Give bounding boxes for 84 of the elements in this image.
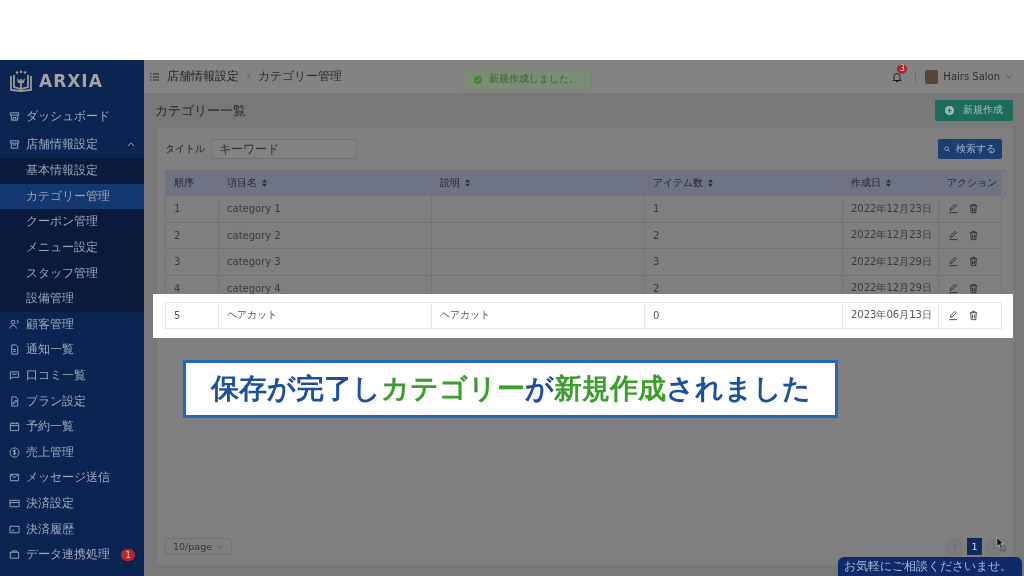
- search-icon: [944, 145, 950, 153]
- submenu-item[interactable]: 設備管理: [0, 285, 144, 312]
- delete-icon[interactable]: [968, 229, 979, 241]
- briefcase-icon: [9, 549, 20, 561]
- table-cell: 1: [644, 196, 842, 223]
- table-cell: category 3: [218, 249, 431, 276]
- table-cell: category 1: [218, 196, 431, 223]
- calendar-icon: [9, 421, 20, 433]
- edit-icon[interactable]: [948, 203, 959, 215]
- keyword-input[interactable]: キーワード: [211, 139, 357, 159]
- table-cell: 2: [165, 222, 218, 249]
- sidebar-item[interactable]: 決済設定: [0, 490, 144, 517]
- sidebar-item[interactable]: 店舗情報設定: [0, 130, 144, 158]
- table-cell: 2: [644, 222, 842, 249]
- cursor-icon: [996, 536, 1007, 553]
- store-icon: [9, 138, 20, 150]
- search-button[interactable]: 検索する: [938, 139, 1002, 159]
- submenu-item[interactable]: スタッフ管理: [0, 260, 144, 286]
- logo-text: ARXIA: [39, 71, 103, 91]
- submenu-item[interactable]: クーポン管理: [0, 209, 144, 235]
- notification-badge: 3: [897, 63, 908, 74]
- table-cell: 1: [165, 196, 218, 223]
- user-icon: [9, 318, 20, 330]
- column-header: 順序: [165, 170, 218, 196]
- edit-icon[interactable]: [948, 309, 959, 321]
- breadcrumb-link[interactable]: 店舗情報設定: [167, 68, 239, 85]
- sort-icon: [886, 179, 891, 187]
- table-cell: 2023年06月13日: [842, 302, 938, 329]
- sidebar-item[interactable]: 売上管理: [0, 439, 144, 466]
- plus-circle-icon: [945, 106, 954, 115]
- delete-icon[interactable]: [968, 203, 979, 215]
- table-cell: 3: [644, 249, 842, 276]
- mail-icon: [9, 472, 20, 484]
- sort-icon: [262, 179, 267, 187]
- sidebar-item[interactable]: 通知一覧: [0, 337, 144, 363]
- sidebar-item[interactable]: 口コミ一覧: [0, 362, 144, 389]
- table-cell: 0: [644, 302, 842, 329]
- edit-icon[interactable]: [948, 256, 959, 268]
- sidebar-item[interactable]: メッセージ送信: [0, 465, 144, 491]
- card-icon: [9, 498, 20, 509]
- sidebar-item[interactable]: プラン設定: [0, 388, 144, 414]
- sidebar-item[interactable]: ダッシュボード: [0, 102, 144, 130]
- dollar-icon: [9, 446, 20, 458]
- document-icon: [9, 344, 20, 356]
- sort-icon: [465, 179, 470, 187]
- delete-icon[interactable]: [968, 282, 979, 294]
- sidebar-item[interactable]: 決済履歴: [0, 516, 144, 542]
- chat-button[interactable]: お気軽にご相談くださいませ。: [838, 557, 1022, 576]
- chevron-right-icon: [992, 543, 997, 550]
- caption-text: 保存が完了し カテゴリーが新規作成されました: [210, 371, 811, 407]
- check-circle-icon: [474, 75, 482, 84]
- breadcrumb-current: カテゴリー管理: [258, 68, 342, 85]
- storefront-icon: [9, 110, 20, 122]
- delete-icon[interactable]: [968, 309, 979, 321]
- sidebar-item[interactable]: 顧客管理: [0, 311, 144, 338]
- sidebar-item[interactable]: 予約一覧: [0, 413, 144, 440]
- count-badge: 1: [121, 548, 135, 561]
- sidebar-item[interactable]: データ連携処理 1: [0, 541, 144, 568]
- chat-icon: [9, 370, 20, 382]
- table-cell: 5: [165, 302, 218, 329]
- user-name[interactable]: Hairs Salon: [943, 71, 1000, 82]
- avatar-photo: [925, 69, 939, 84]
- new-button[interactable]: 新規作成: [935, 100, 1013, 121]
- chevron-right-icon: [246, 73, 251, 80]
- submenu-item[interactable]: 基本情報設定: [0, 158, 144, 184]
- bell-icon[interactable]: [891, 70, 904, 83]
- chevron-down-icon: [217, 544, 224, 549]
- filter-label: タイトル: [165, 142, 205, 156]
- table-cell: ヘアカット: [431, 302, 644, 329]
- book-logo-icon: [9, 70, 33, 92]
- submenu-item[interactable]: メニュー設定: [0, 234, 144, 261]
- card-icon: [9, 523, 20, 535]
- menu-icon[interactable]: [150, 72, 159, 81]
- table-cell: 3: [165, 249, 218, 276]
- sort-icon: [708, 179, 713, 187]
- delete-icon[interactable]: [968, 256, 979, 268]
- edit-icon[interactable]: [948, 282, 959, 294]
- submenu-item[interactable]: カテゴリー管理: [0, 183, 144, 210]
- table-cell: category 2: [218, 222, 431, 249]
- edit-icon[interactable]: [948, 229, 959, 241]
- column-header: アクション: [938, 170, 1006, 196]
- document-icon: [9, 395, 20, 407]
- page-button[interactable]: 1: [967, 538, 982, 555]
- table-cell: ヘアカット: [218, 302, 431, 329]
